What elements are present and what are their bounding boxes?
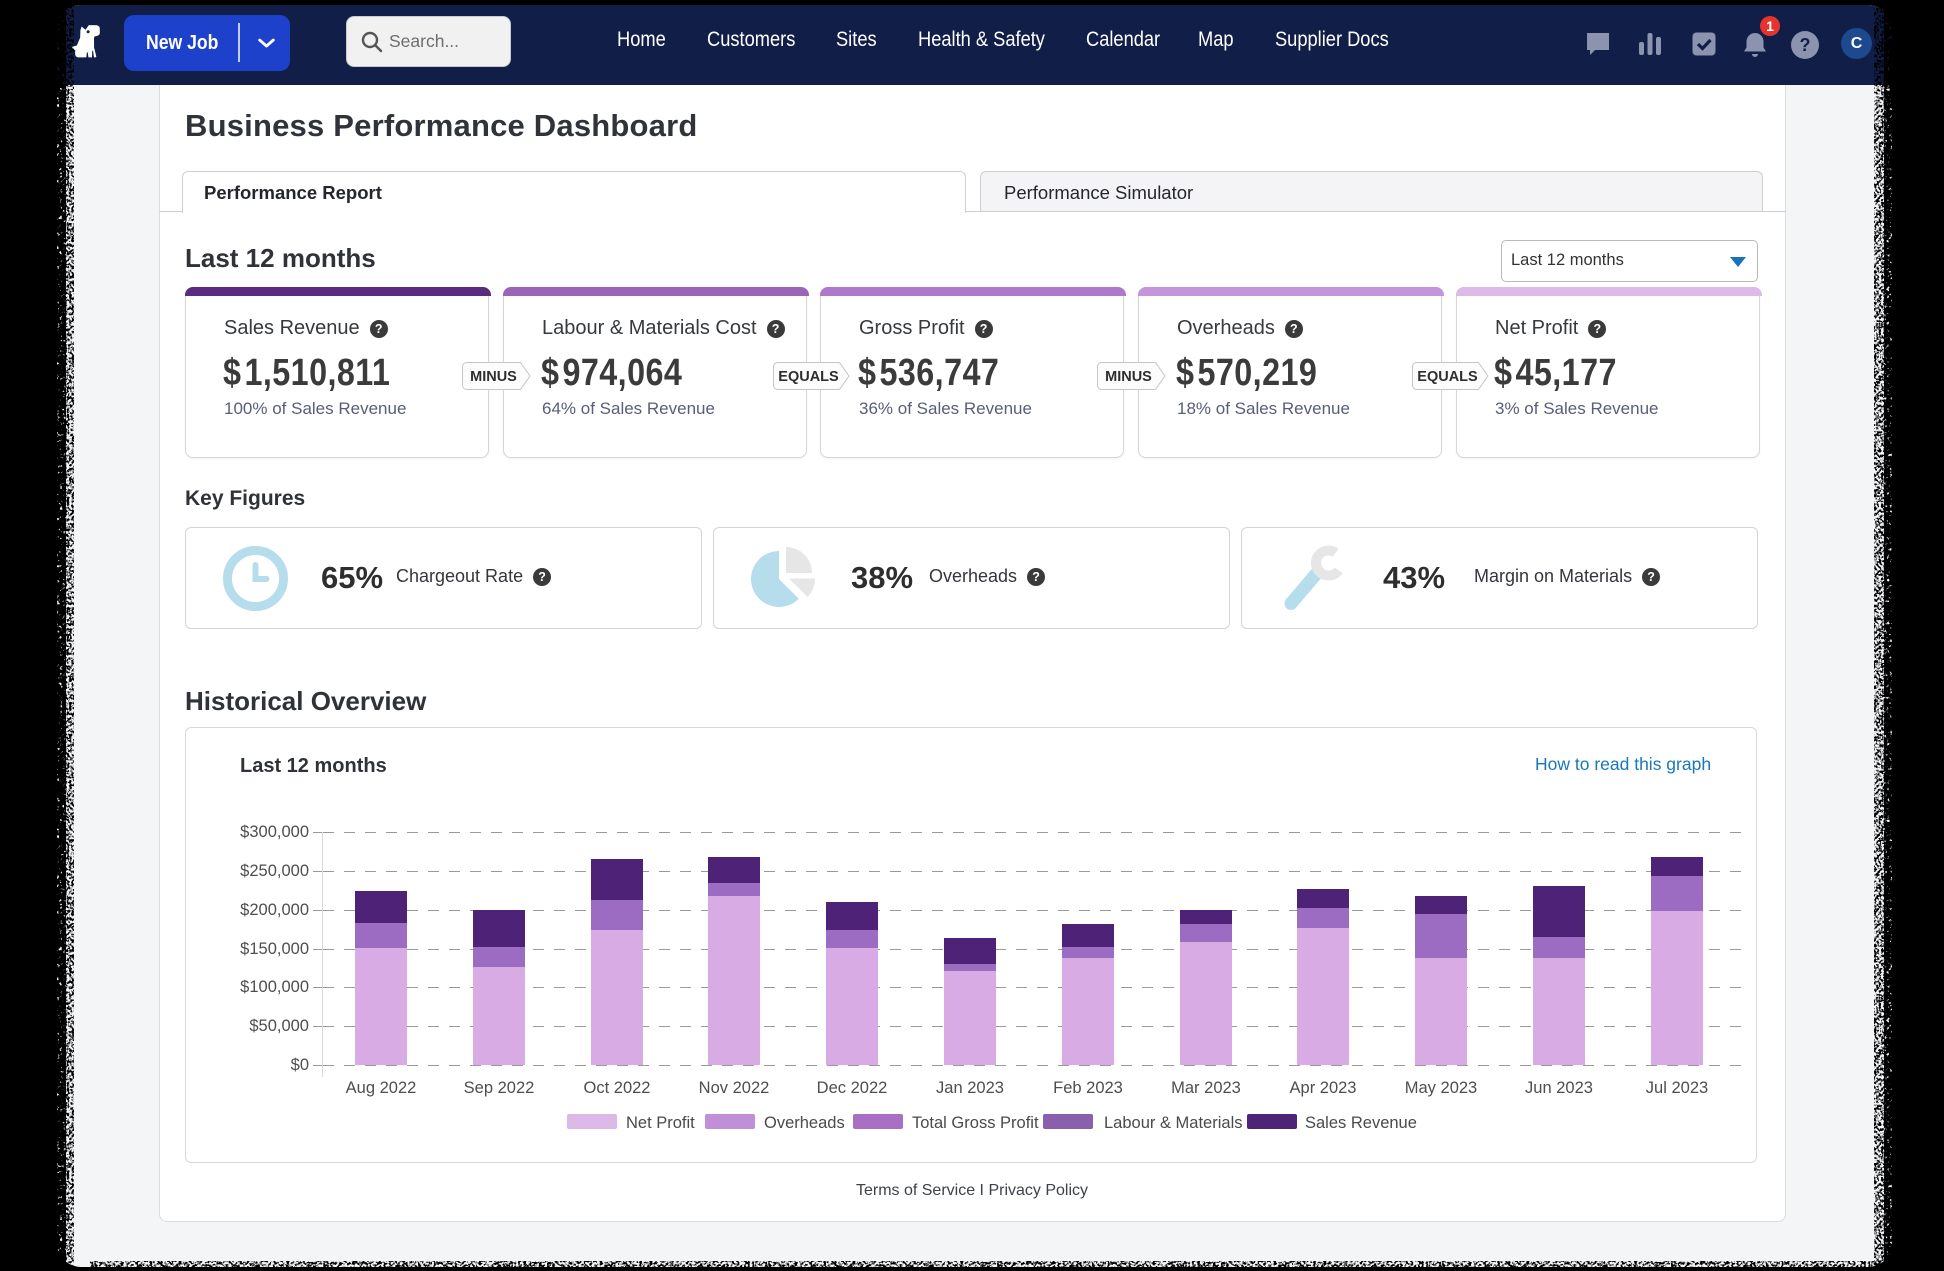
svg-text:MINUS: MINUS bbox=[470, 369, 517, 385]
svg-text:MINUS: MINUS bbox=[1105, 369, 1152, 385]
svg-text:?: ? bbox=[1800, 35, 1811, 55]
svg-text:EQUALS: EQUALS bbox=[778, 369, 839, 385]
svg-text:EQUALS: EQUALS bbox=[1417, 369, 1478, 385]
